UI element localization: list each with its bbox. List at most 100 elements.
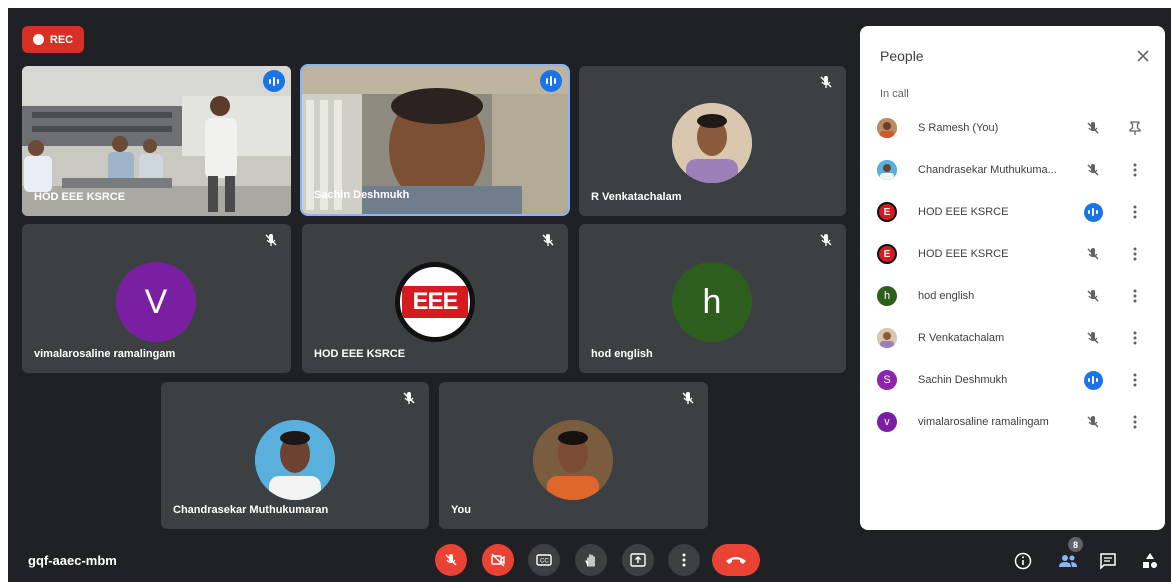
video-tile-vimalarosaline[interactable]: V vimalarosaline ramalingam xyxy=(22,224,291,373)
info-icon xyxy=(1014,552,1032,570)
participant-logo-avatar: E xyxy=(877,202,897,222)
more-options-icon[interactable] xyxy=(1125,202,1145,222)
person-photo xyxy=(255,420,335,500)
recording-badge: REC xyxy=(22,26,84,53)
participant-letter-avatar: h xyxy=(877,286,897,306)
participant-avatar: V xyxy=(116,262,196,342)
speaking-indicator-icon xyxy=(1083,370,1103,390)
person-photo xyxy=(672,103,752,183)
participant-row[interactable]: Chandrasekar Muthukuma... xyxy=(860,150,1165,190)
participant-letter-avatar: v xyxy=(877,412,897,432)
more-options-icon[interactable] xyxy=(1125,370,1145,390)
captions-button[interactable]: CC xyxy=(528,544,560,576)
speaking-indicator-icon xyxy=(540,70,562,92)
present-screen-button[interactable] xyxy=(622,544,654,576)
record-dot-icon xyxy=(32,34,44,45)
more-options-icon[interactable] xyxy=(1125,286,1145,306)
participant-name: hod english xyxy=(918,290,975,302)
tile-name: hod english xyxy=(591,348,653,360)
mic-off-icon xyxy=(820,76,832,88)
more-options-icon[interactable] xyxy=(1125,244,1145,264)
participant-logo-avatar: E xyxy=(877,244,897,264)
mic-off-icon xyxy=(820,234,832,246)
more-options-icon xyxy=(682,553,686,567)
participant-photo-avatar xyxy=(877,118,897,138)
participant-row[interactable]: E HOD EEE KSRCE xyxy=(860,192,1165,232)
panel-title: People xyxy=(880,48,924,64)
chat-button[interactable] xyxy=(1097,550,1119,572)
people-panel: People In call S Ramesh (You) Chandrasek… xyxy=(860,26,1165,530)
participant-photo-avatar xyxy=(877,328,897,348)
hand-icon xyxy=(585,554,595,567)
avatar-letter: E xyxy=(883,248,891,260)
speaking-indicator-icon xyxy=(263,70,285,92)
mic-off-icon xyxy=(1083,412,1103,432)
participant-row[interactable]: S Sachin Deshmukh xyxy=(860,360,1165,400)
participant-row[interactable]: R Venkatachalam xyxy=(860,318,1165,358)
more-options-icon[interactable] xyxy=(1125,412,1145,432)
more-options-icon[interactable] xyxy=(1125,328,1145,348)
mic-off-icon xyxy=(542,234,554,246)
mic-off-icon xyxy=(1083,118,1103,138)
tile-name: You xyxy=(451,504,471,516)
svg-text:CC: CC xyxy=(540,559,549,565)
video-tile-hod-english[interactable]: h hod english xyxy=(579,224,846,373)
mic-off-icon xyxy=(1083,328,1103,348)
camera-off-icon xyxy=(491,553,505,567)
mic-off-icon xyxy=(1083,160,1103,180)
more-options-button[interactable] xyxy=(668,544,700,576)
tile-name: HOD EEE KSRCE xyxy=(34,191,126,203)
meeting-details-button[interactable] xyxy=(1012,550,1034,572)
mic-toggle-button[interactable] xyxy=(435,544,467,576)
activities-button[interactable] xyxy=(1139,550,1161,572)
participant-name: S Ramesh (You) xyxy=(918,122,999,134)
video-tile-you[interactable]: You xyxy=(439,382,708,529)
participant-row[interactable]: v vimalarosaline ramalingam xyxy=(860,402,1165,442)
video-tile-hod-eee-1[interactable]: HOD EEE KSRCE xyxy=(22,66,291,216)
participant-name: Sachin Deshmukh xyxy=(918,374,1008,386)
logo-text: EEE xyxy=(412,288,458,315)
participant-avatar xyxy=(255,420,335,500)
meeting-code: gqf-aaec-mbm xyxy=(28,553,117,568)
participant-row[interactable]: E HOD EEE KSRCE xyxy=(860,234,1165,274)
participant-row[interactable]: h hod english xyxy=(860,276,1165,316)
activities-icon xyxy=(1143,553,1157,568)
close-icon[interactable] xyxy=(1133,46,1153,66)
participant-name: HOD EEE KSRCE xyxy=(918,248,1009,260)
mic-off-icon xyxy=(1083,244,1103,264)
participant-count-badge: 8 xyxy=(1068,537,1083,552)
present-icon xyxy=(630,553,646,567)
people-icon xyxy=(1059,555,1077,567)
pin-icon[interactable] xyxy=(1125,118,1145,138)
tile-name: Sachin Deshmukh xyxy=(314,189,410,201)
chat-icon xyxy=(1100,553,1116,570)
section-label: In call xyxy=(880,88,909,100)
participant-avatar xyxy=(672,103,752,183)
person-photo xyxy=(533,420,613,500)
hang-up-icon xyxy=(726,557,746,564)
mic-off-icon xyxy=(265,234,277,246)
tile-name: vimalarosaline ramalingam xyxy=(34,348,176,360)
video-tile-r-venkatachalam[interactable]: R Venkatachalam xyxy=(579,66,846,216)
video-tile-chandrasekar[interactable]: Chandrasekar Muthukumaran xyxy=(161,382,429,529)
captions-icon: CC xyxy=(536,554,552,566)
participant-avatar xyxy=(533,420,613,500)
participant-row[interactable]: S Ramesh (You) xyxy=(860,108,1165,148)
participant-name: HOD EEE KSRCE xyxy=(918,206,1009,218)
people-button[interactable] xyxy=(1057,550,1079,572)
recording-label: REC xyxy=(49,33,74,46)
camera-toggle-button[interactable] xyxy=(482,544,514,576)
tile-name: R Venkatachalam xyxy=(591,191,682,203)
mic-off-icon xyxy=(403,392,415,404)
mic-off-icon xyxy=(445,554,457,566)
leave-call-button[interactable] xyxy=(712,544,760,576)
avatar-letter: E xyxy=(883,206,891,218)
raise-hand-button[interactable] xyxy=(575,544,607,576)
video-tile-sachin-deshmukh[interactable]: Sachin Deshmukh xyxy=(300,64,570,216)
participant-avatar: h xyxy=(672,262,752,342)
eee-logo-avatar: EEE xyxy=(395,262,475,342)
video-tile-hod-eee-2[interactable]: EEE HOD EEE KSRCE xyxy=(302,224,568,373)
tile-name: HOD EEE KSRCE xyxy=(314,348,406,360)
participant-name: Chandrasekar Muthukuma... xyxy=(918,164,1057,176)
more-options-icon[interactable] xyxy=(1125,160,1145,180)
